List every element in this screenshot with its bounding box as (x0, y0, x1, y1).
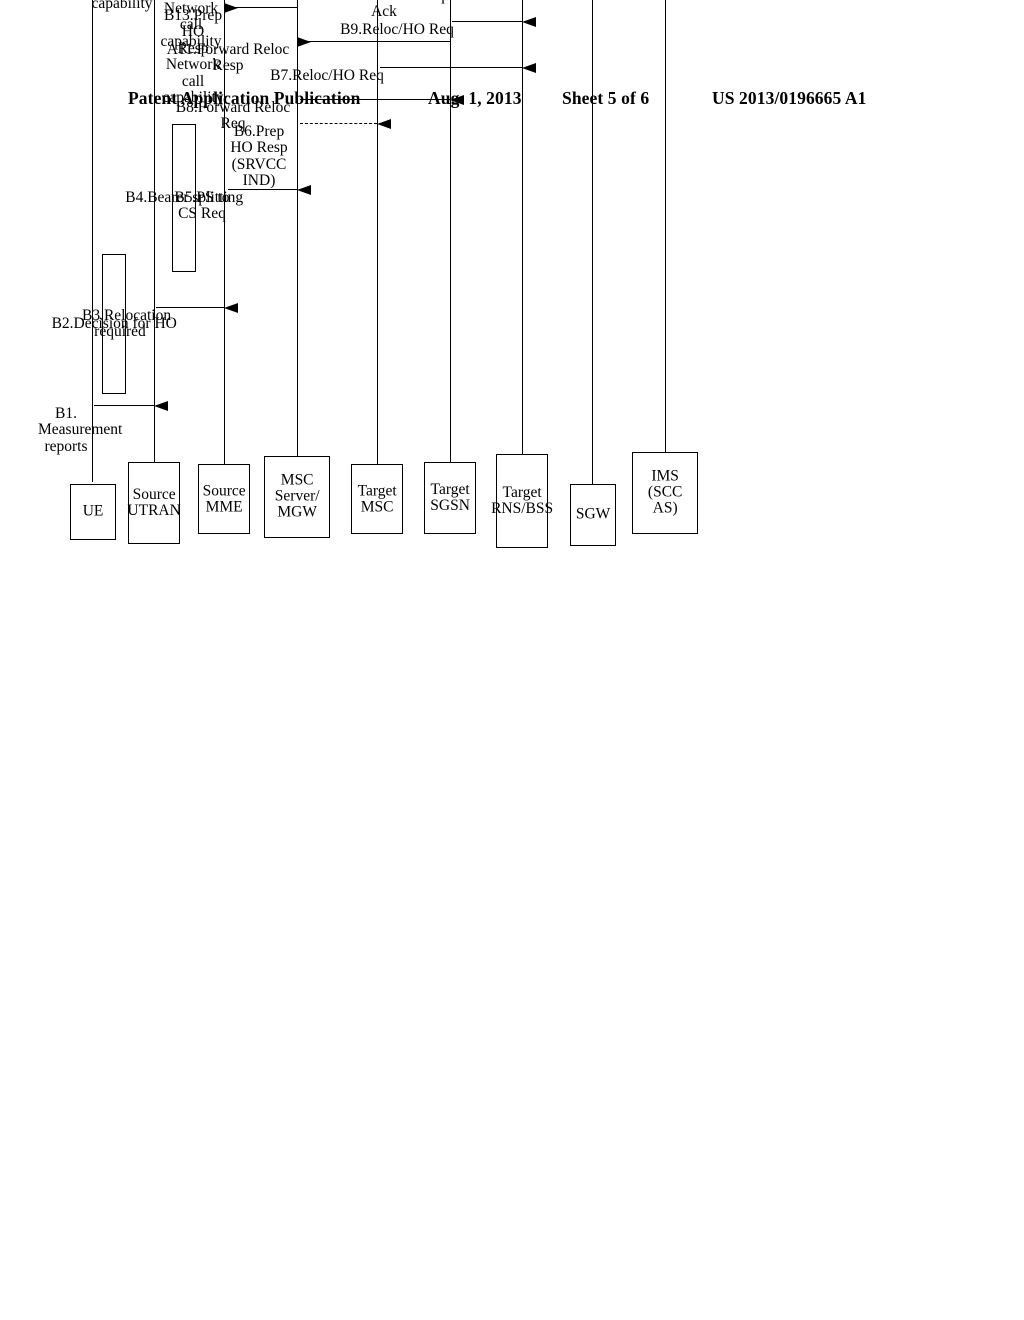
actor-label: RNS/BSS (490, 500, 554, 518)
message-label-B6: B6.Prep HO Resp (SRVCC IND) (230, 123, 288, 190)
message-line-B7 (380, 67, 522, 68)
message-line-B6 (300, 123, 377, 124)
message-line-B1 (94, 405, 154, 406)
actor-label: IMS (651, 467, 679, 485)
actor-label: SGSN (430, 497, 470, 515)
actor-label: Server/ (274, 487, 320, 505)
actor-label-stack: SGW (575, 505, 611, 523)
actor-label-stack: UE (82, 502, 104, 520)
lifeline-sgw (592, 0, 593, 484)
actor-box-target-msc: Target MSC (351, 464, 403, 534)
actor-label: Source (202, 481, 246, 499)
message-label-B1: B1. Measurement reports (38, 405, 123, 455)
actor-label-stack: Target SGSN (430, 480, 470, 515)
actor-label-stack: Target RNS/BSS (490, 483, 554, 518)
arrowhead-B8 (450, 95, 464, 106)
actor-box-target-sgsn: Target SGSN (424, 462, 476, 534)
actor-box-source-mme: Source MME (198, 464, 250, 534)
actor-label-stack: Source MME (202, 481, 246, 516)
actor-label-stack: Target MSC (357, 481, 397, 515)
message-label-B10: B10.Reloc/HO Req Ack (323, 0, 444, 21)
actor-box-sgw: SGW (570, 484, 616, 546)
actor-label: (SCC (647, 483, 683, 501)
message-label-B3: B3.Relocation required (82, 307, 172, 341)
arrowhead-B3 (224, 303, 238, 314)
actor-label: UTRAN (127, 502, 181, 520)
actor-box-ue: UE (70, 484, 116, 540)
message-line-A11 (297, 41, 450, 42)
actor-label-stack: Source UTRAN (127, 485, 181, 520)
actor-label: MME (205, 498, 243, 516)
message-label-B9: B9.Reloc/HO Req (340, 21, 454, 38)
actor-box-source-utran: Source UTRAN (127, 462, 181, 544)
actor-label-stack: IMS (SCC AS) (647, 467, 683, 518)
arrowhead-B9 (522, 17, 536, 28)
actor-label: Target (357, 481, 397, 499)
message-line-B8 (300, 99, 450, 100)
sequence-diagram-canvas: UE Source UTRAN Source MME MSC Server/MGW T… (32, 0, 698, 602)
actor-label: MGW (277, 504, 317, 522)
actor-label: MSC (280, 471, 314, 489)
actor-box-ims-scc-as: IMS (SCC AS) (632, 452, 698, 534)
lifeline-ims (665, 0, 666, 452)
lifeline-tgtsgsn (450, 0, 451, 462)
message-label-B19: B19.Relocation Command Network call capa… (91, 0, 153, 12)
actor-label: Target (502, 483, 542, 501)
actor-label: Source (132, 485, 176, 503)
arrowhead-B7 (522, 63, 536, 74)
actor-label: UE (82, 502, 104, 520)
message-label-B5: B5.PS to CS Req (174, 189, 230, 223)
message-label-B18: B18.PS to CS Resp Network call capabilit… (160, 0, 222, 50)
arrowhead-B1 (154, 401, 168, 412)
actor-label-stack: MSC Server/MGW (274, 471, 320, 522)
actor-box-msc-server-mgw: MSC Server/MGW (264, 456, 330, 538)
message-line-B9 (452, 21, 522, 22)
figure-5: UE Source UTRAN Source MME MSC Server/MGW T… (0, 0, 1024, 1320)
actor-box-target-rns-bss: Target RNS/BSS (491, 454, 553, 548)
actor-label: Target (430, 480, 470, 498)
actor-label: AS) (652, 500, 678, 518)
arrowhead-B6 (377, 119, 391, 130)
actor-label: SGW (575, 505, 611, 523)
actor-label: MSC (360, 498, 394, 515)
message-curve-B18 (220, 0, 304, 2)
